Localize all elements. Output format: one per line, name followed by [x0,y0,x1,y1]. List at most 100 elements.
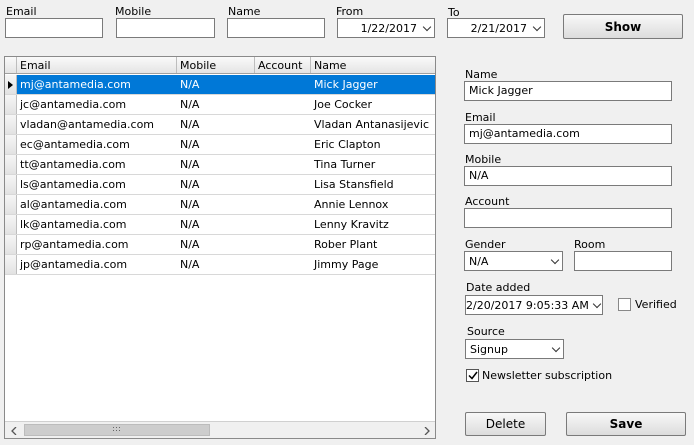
table-row[interactable]: jp@antamedia.com N/A Jimmy Page [5,255,435,275]
cell-email: ls@antamedia.com [20,178,126,191]
table-row[interactable]: tt@antamedia.com N/A Tina Turner [5,155,435,175]
cell-account [255,115,311,134]
detail-date-added-label: Date added [466,281,531,294]
cell-mobile: N/A [177,75,255,94]
filter-to-date-picker[interactable]: 2/21/2017 [447,18,545,38]
cell-email: vladan@antamedia.com [20,118,155,131]
cell-account [255,215,311,234]
verified-checkbox[interactable] [618,298,631,311]
cell-email: rp@antamedia.com [20,238,129,251]
filter-mobile-input[interactable] [116,18,215,38]
chevron-down-icon[interactable] [592,296,602,314]
row-header[interactable] [5,135,17,154]
row-header[interactable] [5,195,17,214]
cell-mobile: N/A [180,118,200,131]
delete-button[interactable]: Delete [465,412,546,436]
source-value: Signup [470,342,508,356]
row-header[interactable] [5,235,17,254]
detail-mobile-label: Mobile [465,153,502,166]
show-button[interactable]: Show [563,14,683,39]
table-row[interactable]: al@antamedia.com N/A Annie Lennox [5,195,435,215]
row-header[interactable] [5,255,17,274]
checkmark-icon [467,371,478,380]
cell-account [255,95,311,114]
cell-mobile: N/A [180,258,200,271]
cell-account [255,255,311,274]
filter-from-date-picker[interactable]: 1/22/2017 [337,18,435,38]
table-row[interactable]: lk@antamedia.com N/A Lenny Kravitz [5,215,435,235]
date-added-picker[interactable]: 2/20/2017 9:05:33 AM [465,295,603,315]
filter-email-input[interactable] [5,18,103,38]
row-header[interactable] [5,75,17,94]
gender-select[interactable]: N/A [464,251,563,271]
row-header[interactable] [5,175,17,194]
users-grid[interactable]: Email Mobile Account Name mj@antamedia.c… [4,56,436,439]
cell-mobile: N/A [180,158,200,171]
cell-name: Mick Jagger [311,75,435,94]
detail-room-field[interactable] [574,251,672,271]
filter-from-label: From [336,5,364,18]
cell-account [255,135,311,154]
cell-email: jc@antamedia.com [20,98,127,111]
row-header[interactable] [5,115,17,134]
detail-email-field[interactable]: mj@antamedia.com [464,124,672,144]
chevron-down-icon[interactable] [530,19,544,37]
cell-account [255,75,311,94]
cell-mobile: N/A [180,138,200,151]
cell-email: al@antamedia.com [20,198,127,211]
cell-name: Vladan Antanasijevic [314,118,430,131]
table-row[interactable]: jc@antamedia.com N/A Joe Cocker [5,95,435,115]
detail-name-field[interactable]: Mick Jagger [464,81,672,101]
cell-mobile: N/A [180,178,200,191]
table-row[interactable]: ec@antamedia.com N/A Eric Clapton [5,135,435,155]
column-header-name[interactable]: Name [311,57,435,73]
horizontal-scrollbar[interactable] [5,421,435,438]
cell-mobile: N/A [180,98,200,111]
chevron-down-icon[interactable] [548,252,562,270]
detail-mobile-field[interactable]: N/A [464,166,672,186]
grid-header: Email Mobile Account Name [5,57,435,74]
cell-account [255,175,311,194]
cell-email: jp@antamedia.com [20,258,128,271]
cell-email: tt@antamedia.com [20,158,126,171]
scrollbar-thumb[interactable] [24,424,210,436]
table-row[interactable]: vladan@antamedia.com N/A Vladan Antanasi… [5,115,435,135]
cell-email: ec@antamedia.com [20,138,130,151]
cell-name: Lenny Kravitz [314,218,389,231]
chevron-down-icon[interactable] [420,19,434,37]
detail-gender-label: Gender [465,238,506,251]
detail-email-label: Email [465,111,496,124]
cell-name: Jimmy Page [314,258,379,271]
column-header-mobile[interactable]: Mobile [177,57,255,73]
detail-account-field[interactable] [464,208,672,228]
column-header-account[interactable]: Account [255,57,311,73]
table-row[interactable]: ls@antamedia.com N/A Lisa Stansfield [5,175,435,195]
grid-corner [5,57,17,73]
cell-account [255,235,311,254]
date-added-value: 2/20/2017 9:05:33 AM [466,298,589,312]
gender-value: N/A [469,254,489,268]
scroll-left-icon[interactable] [5,422,22,439]
cell-email: mj@antamedia.com [17,75,177,94]
source-select[interactable]: Signup [465,339,564,359]
cell-email: lk@antamedia.com [20,218,127,231]
cell-name: Joe Cocker [314,98,372,111]
cell-name: Annie Lennox [314,198,389,211]
newsletter-checkbox[interactable] [466,369,479,382]
table-row[interactable]: rp@antamedia.com N/A Rober Plant [5,235,435,255]
filter-name-label: Name [228,5,261,18]
row-header[interactable] [5,95,17,114]
row-header[interactable] [5,155,17,174]
table-row[interactable]: mj@antamedia.com N/A Mick Jagger [5,75,435,95]
row-header[interactable] [5,215,17,234]
cell-mobile: N/A [180,198,200,211]
filter-from-value: 1/22/2017 [360,21,417,35]
chevron-down-icon[interactable] [549,340,563,358]
save-button[interactable]: Save [566,412,686,436]
column-header-email[interactable]: Email [17,57,177,73]
filter-to-value: 2/21/2017 [470,21,527,35]
filter-name-input[interactable] [227,18,325,38]
detail-name-label: Name [465,68,498,81]
verified-label: Verified [635,298,677,311]
scroll-right-icon[interactable] [418,422,435,439]
